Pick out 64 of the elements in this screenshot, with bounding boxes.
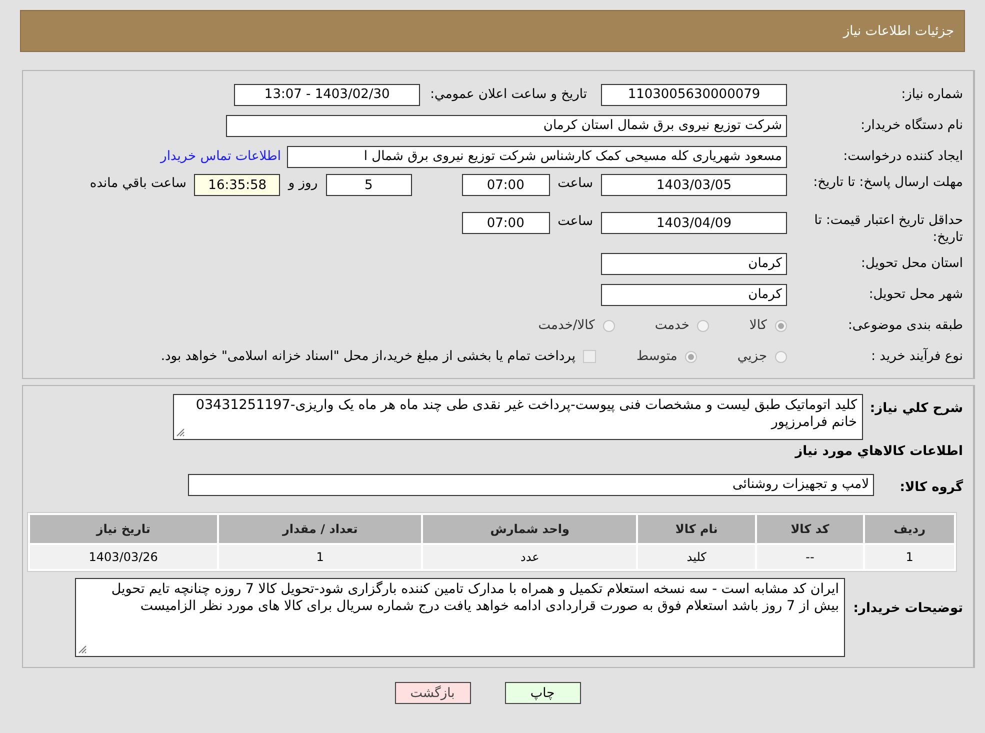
field-label: شهر محل تحویل:: [868, 286, 963, 303]
radio-label: کالا: [749, 318, 767, 333]
time-label: ساعت: [558, 213, 593, 229]
description-textarea[interactable]: کلید اتوماتیک طبق لیست و مشخصات فنی پیوست-پرداخت غیر نقدی طی چند ماه هر ماه یک واریزی-03431251197 خانم فرامرزپور: [173, 394, 863, 440]
resize-grip-icon[interactable]: [78, 645, 87, 654]
payment-note: پرداخت تمام یا بخشی از مبلغ خرید،از محل "اسناد خزانه اسلامی" خواهد بود.: [160, 349, 576, 364]
table-cell: 1403/03/26: [30, 545, 217, 569]
radio-button[interactable]: [685, 350, 698, 362]
deadline-time-field: 07:00: [462, 174, 550, 196]
print-button[interactable]: چاپ: [504, 682, 580, 704]
radio-label: کالا/خدمت: [538, 318, 595, 333]
field-label: شماره نیاز:: [900, 86, 963, 103]
table-cell: 1: [218, 545, 422, 569]
field-label: نام دستگاه خریدار:: [860, 117, 963, 134]
table-cell: --: [756, 545, 864, 569]
column-header: ردیف: [865, 515, 954, 543]
radio-button[interactable]: [697, 320, 710, 332]
table-cell: کلید: [638, 545, 755, 569]
table-cell: عدد: [423, 545, 636, 569]
buyer-field: شرکت توزیع نیروی برق شمال استان کرمان: [226, 114, 787, 136]
radio-label: جزيي: [737, 349, 767, 364]
column-header: تعداد / مقدار: [218, 515, 422, 543]
field-label: ایجاد کننده درخواست:: [842, 148, 963, 165]
validity-time-field: 07:00: [462, 212, 550, 234]
remaining-time-field: 16:35:58: [194, 174, 280, 196]
requester-field: مسعود شهریاری کله مسیحی کمک کارشناس شرکت توزیع نیروی برق شمال ا: [287, 146, 787, 168]
field-label: مهلت ارسال پاسخ: تا تاریخ:: [812, 174, 963, 191]
field-label: توضیحات خریدار:: [852, 600, 963, 617]
buyer-contact-link[interactable]: اطلاعات تماس خریدار: [160, 149, 281, 164]
column-header: نام کالا: [638, 515, 755, 543]
radio-button[interactable]: [602, 320, 615, 332]
table-cell: 1: [865, 545, 954, 569]
goods-group-field: لامپ و تجهیزات روشنائی: [188, 474, 874, 496]
radio-label: متوسط: [636, 349, 678, 364]
description-text: کلید اتوماتیک طبق لیست و مشخصات فنی پیوست-پرداخت غیر نقدی طی چند ماه هر ماه یک واریزی-03431251197 خانم فرامرزپور: [196, 397, 857, 430]
column-header: کد کالا: [756, 515, 864, 543]
time-label: ساعت: [558, 175, 593, 191]
page-title: جزئیات اطلاعات نیاز: [843, 24, 954, 38]
deadline-date-field: 1403/03/05: [601, 174, 787, 196]
column-header: تاریخ نیاز: [30, 515, 217, 543]
checkbox[interactable]: [583, 350, 596, 363]
province-field: کرمان: [601, 252, 787, 274]
announce-date-field: 1403/02/30 - 13:07: [234, 84, 420, 106]
days-field: 5: [326, 174, 412, 196]
remaining-label: ساعت باقي مانده: [90, 175, 186, 191]
city-field: کرمان: [601, 284, 787, 306]
radio-button[interactable]: [775, 350, 787, 362]
field-label: تاریخ و ساعت اعلان عمومي:: [430, 87, 587, 102]
column-header: واحد شمارش: [423, 515, 636, 543]
notes-textarea[interactable]: [75, 578, 845, 657]
notes-text: ایران کد مشابه است - سه نسخه استعلام تکمیل و همراه با مدارک تامین کننده بارگزاری شود-تحویل کالا 7 روزه چنانچه تایم تحویل بیش از 7 روز باشد استعلام فوق به صورت قراردادی ادامه خواهد یافت درج شماره سریال برای کالا های مورد نظر الزامیست: [111, 581, 839, 614]
field-label: نوع فرآیند خرید :: [870, 348, 963, 365]
section-title: اطلاعات کالاهاي مورد نیاز: [794, 443, 963, 461]
validity-date-field: 1403/04/09: [601, 212, 787, 234]
field-label: شرح کلي نیاز:: [868, 400, 963, 417]
back-button[interactable]: بازگشت: [394, 682, 470, 704]
radio-label: خدمت: [654, 318, 690, 333]
radio-button[interactable]: [775, 320, 787, 332]
days-label: روز و: [288, 175, 318, 191]
need-number-field: 1103005630000079: [601, 84, 787, 106]
field-label: استان محل تحویل:: [860, 255, 963, 272]
resize-grip-icon[interactable]: [176, 428, 185, 437]
field-label: طبقه بندی موضوعی:: [846, 317, 963, 334]
field-label: حداقل تاریخ اعتبار قیمت: تا تاریخ:: [813, 212, 963, 246]
